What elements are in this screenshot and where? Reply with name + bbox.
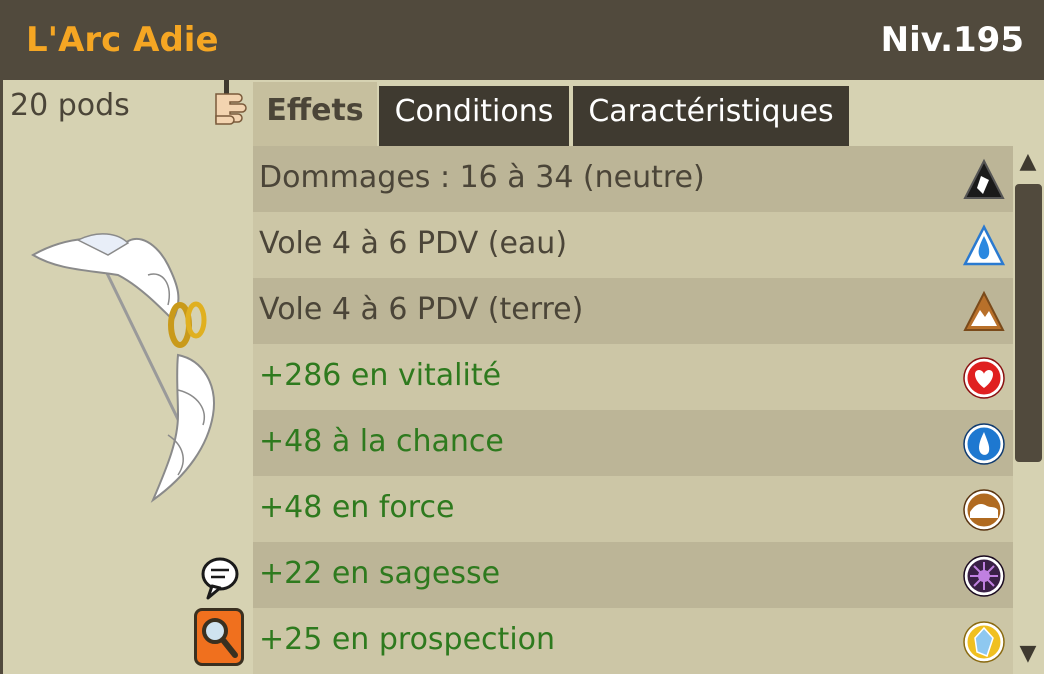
scrollbar-thumb[interactable]: [1015, 184, 1042, 462]
item-name: L'Arc Adie: [26, 20, 219, 60]
effect-row: +22 en sagesse: [253, 542, 1013, 608]
item-header: L'Arc Adie Niv.195: [0, 0, 1044, 80]
effect-text: +22 en sagesse: [259, 556, 501, 591]
tab-conditions[interactable]: Conditions: [379, 86, 569, 146]
effect-text: +48 en force: [259, 490, 455, 525]
effect-text: Vole 4 à 6 PDV (terre): [259, 292, 584, 327]
tab-caracteristiques[interactable]: Caractéristiques: [573, 86, 849, 146]
effect-text: Vole 4 à 6 PDV (eau): [259, 226, 568, 261]
neutral-element-icon: [963, 158, 1005, 202]
vitality-icon: [963, 356, 1005, 400]
search-recipe-button[interactable]: [194, 608, 244, 666]
effect-text: Dommages : 16 à 34 (neutre): [259, 160, 705, 195]
chat-bubble-icon[interactable]: [200, 556, 240, 600]
earth-element-icon: [963, 290, 1005, 334]
effect-row: +48 en force: [253, 476, 1013, 542]
effect-text: +48 à la chance: [259, 424, 504, 459]
bow-item-image: [28, 225, 238, 510]
item-weight: 20 pods: [10, 88, 130, 123]
effect-text: +25 en prospection: [259, 622, 556, 657]
scroll-up-button[interactable]: ▲: [1016, 150, 1040, 174]
effect-row: +286 en vitalité: [253, 344, 1013, 410]
water-element-icon: [962, 224, 1006, 268]
item-level: Niv.195: [880, 20, 1024, 60]
wisdom-icon: [963, 554, 1005, 598]
scroll-down-button[interactable]: ▼: [1016, 642, 1040, 666]
effects-list[interactable]: Dommages : 16 à 34 (neutre) Vole 4 à 6 P…: [253, 146, 1013, 674]
prospecting-icon: [963, 620, 1005, 664]
effect-row: +48 à la chance: [253, 410, 1013, 476]
magnifier-icon: [202, 618, 238, 658]
chance-icon: [963, 422, 1005, 466]
effect-text: +286 en vitalité: [259, 358, 502, 393]
equip-hand-icon[interactable]: [212, 80, 252, 130]
strength-icon: [963, 488, 1005, 532]
effect-row: Vole 4 à 6 PDV (eau): [253, 212, 1013, 278]
effect-row: Vole 4 à 6 PDV (terre): [253, 278, 1013, 344]
tab-effets[interactable]: Effets: [253, 82, 377, 148]
effect-row: Dommages : 16 à 34 (neutre): [253, 146, 1013, 212]
effect-row: +25 en prospection: [253, 608, 1013, 674]
